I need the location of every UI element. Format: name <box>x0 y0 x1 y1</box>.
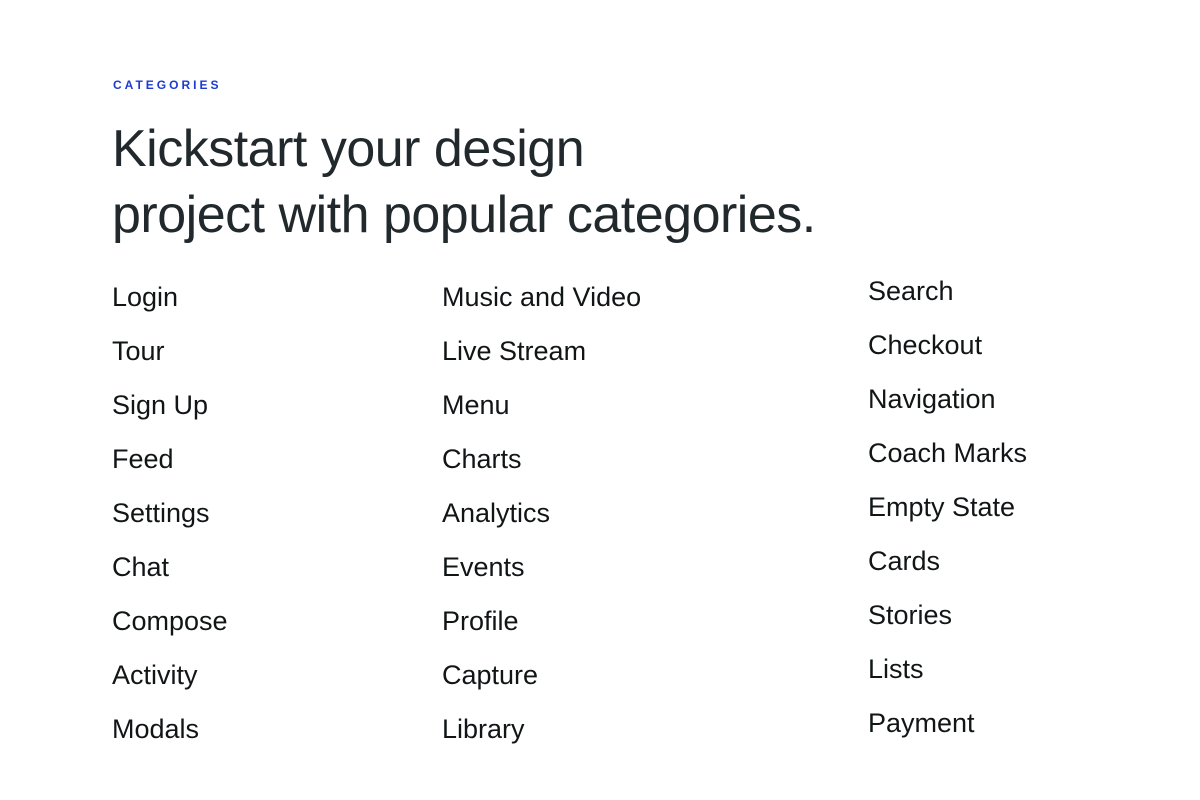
category-link-modals[interactable]: Modals <box>112 702 228 756</box>
page-title-line-2: project with popular categories. <box>112 186 816 244</box>
category-link-compose[interactable]: Compose <box>112 594 228 648</box>
category-link-payment[interactable]: Payment <box>868 696 1027 750</box>
section-eyebrow: CATEGORIES <box>113 78 222 92</box>
category-link-settings[interactable]: Settings <box>112 486 228 540</box>
category-link-tour[interactable]: Tour <box>112 324 228 378</box>
category-link-chat[interactable]: Chat <box>112 540 228 594</box>
category-link-lists[interactable]: Lists <box>868 642 1027 696</box>
category-link-login[interactable]: Login <box>112 270 228 324</box>
category-link-search[interactable]: Search <box>868 264 1027 318</box>
category-link-charts[interactable]: Charts <box>442 432 641 486</box>
page-title: Kickstart your design project with popul… <box>112 116 816 248</box>
category-link-menu[interactable]: Menu <box>442 378 641 432</box>
category-link-activity[interactable]: Activity <box>112 648 228 702</box>
category-link-cards[interactable]: Cards <box>868 534 1027 588</box>
category-column-2: Music and Video Live Stream Menu Charts … <box>442 270 641 756</box>
category-link-music-and-video[interactable]: Music and Video <box>442 270 641 324</box>
category-link-library[interactable]: Library <box>442 702 641 756</box>
category-link-navigation[interactable]: Navigation <box>868 372 1027 426</box>
category-link-profile[interactable]: Profile <box>442 594 641 648</box>
category-link-stories[interactable]: Stories <box>868 588 1027 642</box>
category-column-3: Search Checkout Navigation Coach Marks E… <box>868 264 1027 750</box>
category-link-checkout[interactable]: Checkout <box>868 318 1027 372</box>
category-link-analytics[interactable]: Analytics <box>442 486 641 540</box>
category-link-sign-up[interactable]: Sign Up <box>112 378 228 432</box>
category-link-empty-state[interactable]: Empty State <box>868 480 1027 534</box>
page-title-line-1: Kickstart your design <box>112 120 585 178</box>
category-link-live-stream[interactable]: Live Stream <box>442 324 641 378</box>
category-link-capture[interactable]: Capture <box>442 648 641 702</box>
category-link-feed[interactable]: Feed <box>112 432 228 486</box>
category-link-events[interactable]: Events <box>442 540 641 594</box>
category-column-1: Login Tour Sign Up Feed Settings Chat Co… <box>112 270 228 756</box>
categories-section: CATEGORIES Kickstart your design project… <box>0 0 1200 800</box>
category-link-coach-marks[interactable]: Coach Marks <box>868 426 1027 480</box>
